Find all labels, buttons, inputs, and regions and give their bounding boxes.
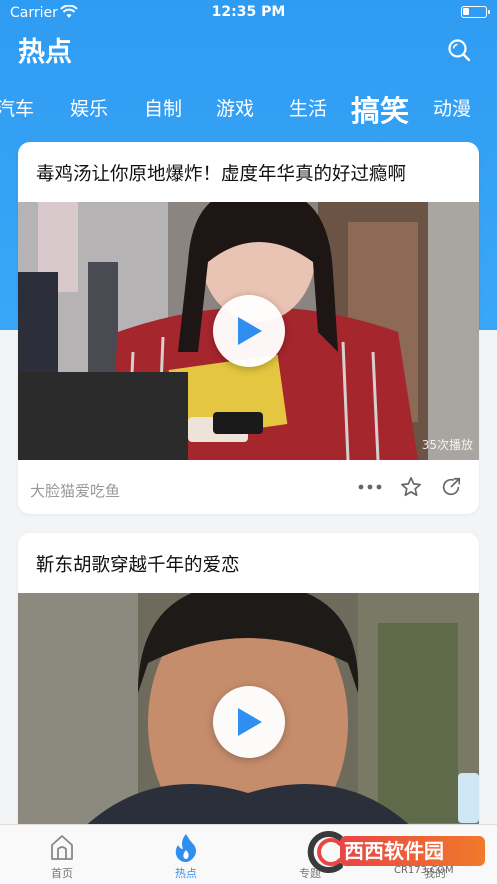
page-title: 热点 xyxy=(18,37,72,68)
play-button[interactable] xyxy=(213,686,285,758)
star-icon[interactable] xyxy=(400,476,422,498)
status-bar: Carrier 12:35 PM xyxy=(0,0,497,26)
share-icon[interactable] xyxy=(440,476,462,498)
video-title[interactable]: 毒鸡汤让你原地爆炸！虚度年华真的好过瘾啊 xyxy=(36,160,406,186)
video-card[interactable]: 靳东胡歌穿越千年的爱恋 xyxy=(18,533,479,833)
video-title[interactable]: 靳东胡歌穿越千年的爱恋 xyxy=(36,551,240,577)
play-count: 35次播放 xyxy=(421,438,473,452)
play-icon xyxy=(238,317,262,345)
tab-life[interactable]: 生活 xyxy=(289,94,327,121)
home-icon xyxy=(51,835,73,860)
tabbar-home[interactable]: 首页 xyxy=(12,825,112,884)
tab-games[interactable]: 游戏 xyxy=(216,94,254,121)
battery-icon xyxy=(461,6,490,18)
video-thumbnail[interactable] xyxy=(18,593,479,833)
flame-icon xyxy=(175,834,196,862)
status-time: 12:35 PM xyxy=(211,4,286,20)
tab-original[interactable]: 自制 xyxy=(144,94,182,121)
tab-entertainment[interactable]: 娱乐 xyxy=(70,94,108,121)
play-button[interactable] xyxy=(213,295,285,367)
more-icon[interactable] xyxy=(358,482,382,492)
play-icon xyxy=(238,708,262,736)
tab-funny[interactable]: 搞笑 xyxy=(351,88,409,130)
video-card[interactable]: 毒鸡汤让你原地爆炸！虚度年华真的好过瘾啊 35次播放 大脸猫爱吃鱼 xyxy=(18,142,479,514)
tab-auto[interactable]: 汽车 xyxy=(0,94,34,121)
tabbar-hot[interactable]: 热点 xyxy=(136,825,236,884)
watermark-sub: CR173.COM xyxy=(394,865,454,876)
author-name[interactable]: 大脸猫爱吃鱼 xyxy=(30,480,120,501)
watermark-text: 西西软件园 xyxy=(344,839,444,863)
video-thumbnail[interactable]: 35次播放 xyxy=(18,202,479,460)
tab-anime[interactable]: 动漫 xyxy=(433,94,471,121)
watermark: 西西软件园 CR173.COM xyxy=(300,826,490,876)
tabbar-label: 热点 xyxy=(175,867,197,880)
tabbar-label: 首页 xyxy=(51,867,73,880)
card-footer: 大脸猫爱吃鱼 xyxy=(18,462,479,514)
category-tabs: 汽车 娱乐 自制 游戏 生活 搞笑 动漫 xyxy=(0,88,497,128)
search-icon[interactable] xyxy=(447,38,471,62)
